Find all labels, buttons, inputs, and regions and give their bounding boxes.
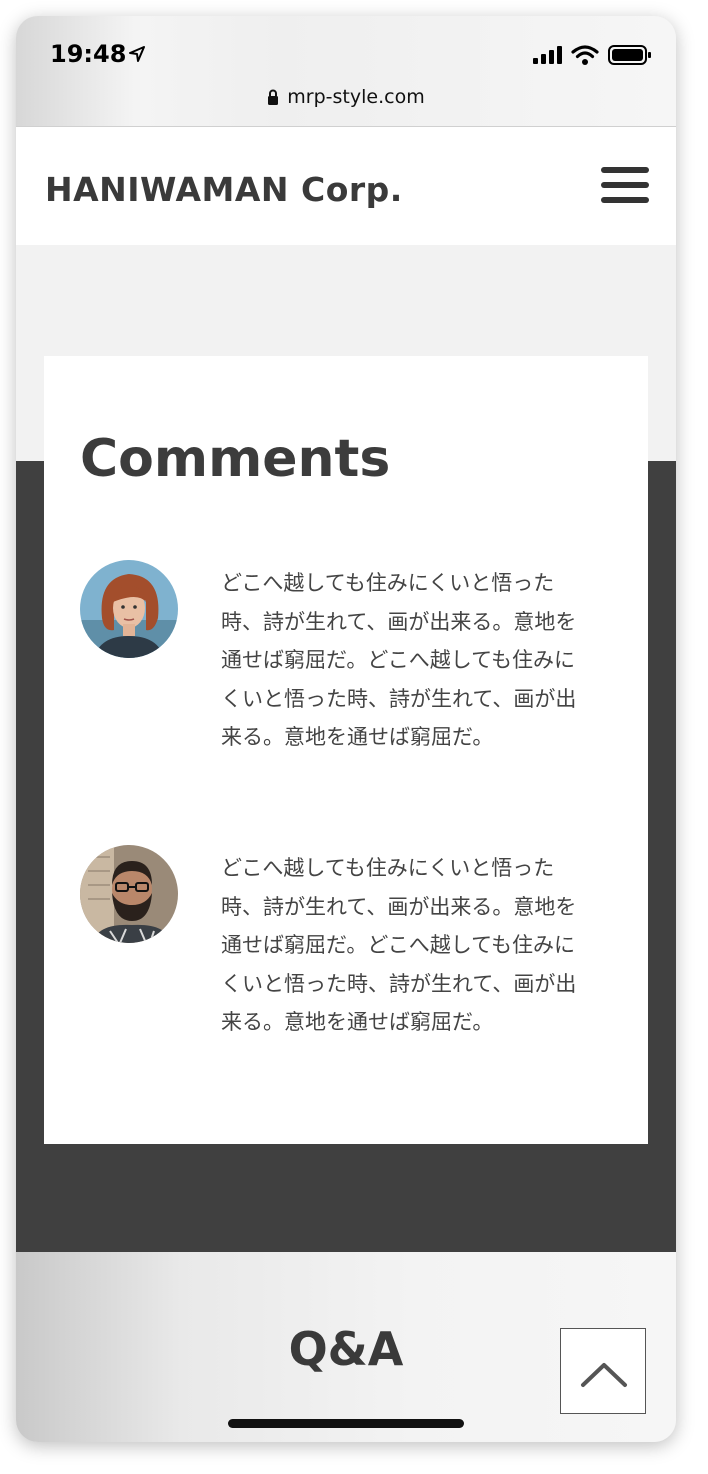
comment-text: どこへ越しても住みにくいと悟った時、詩が生れて、画が出来る。意地を通せば窮屈だ。…	[221, 571, 577, 749]
home-indicator	[228, 1419, 464, 1428]
hamburger-menu-icon[interactable]	[601, 167, 649, 207]
wifi-icon	[571, 45, 599, 65]
address-bar[interactable]: mrp-style.com	[16, 86, 676, 108]
battery-icon	[608, 45, 651, 65]
site-logo[interactable]: HANIWAMAN Corp.	[45, 170, 403, 209]
scroll-to-top-button[interactable]	[560, 1328, 646, 1414]
signal-icon	[533, 46, 562, 64]
status-bar: 19:48 mrp-style.com	[16, 16, 676, 127]
avatar-man	[80, 845, 178, 943]
chevron-up-icon	[581, 1363, 627, 1387]
avatar-woman	[80, 560, 178, 658]
lock-icon	[268, 89, 279, 105]
comments-title: Comments	[80, 429, 391, 489]
phone-screen: 19:48 mrp-style.com HANIWAMAN Corp. Comm…	[16, 16, 676, 1442]
status-time: 19:48	[50, 40, 127, 68]
comment-text: どこへ越しても住みにくいと悟った時、詩が生れて、画が出来る。意地を通せば窮屈だ。…	[221, 856, 577, 1034]
url-text: mrp-style.com	[287, 86, 425, 108]
location-arrow-icon	[129, 46, 145, 62]
comments-card: Comments どこへ越しても住みにくいと悟った時、詩が生れて、画が出来る。意…	[44, 356, 648, 1144]
